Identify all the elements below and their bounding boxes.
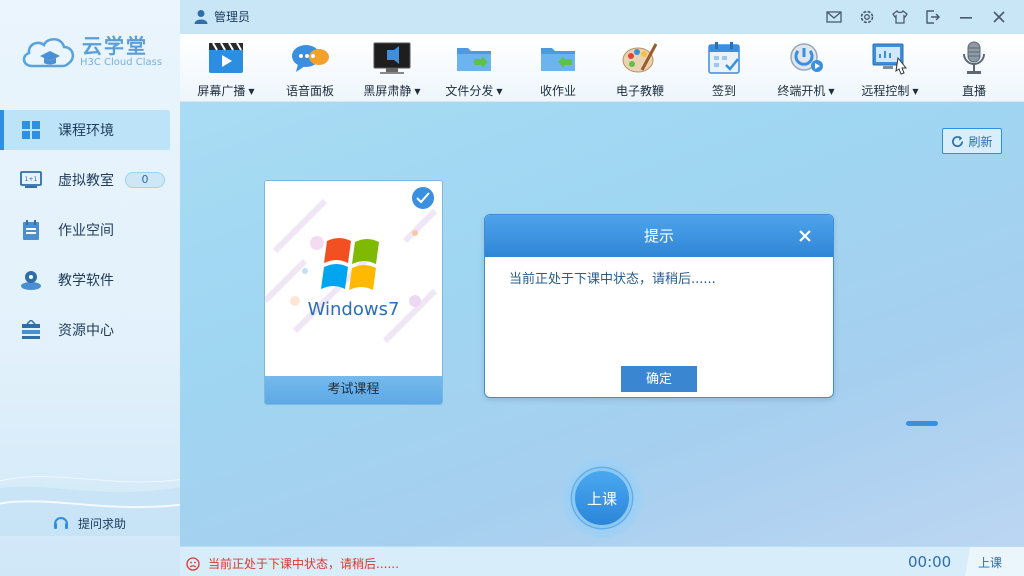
voice-panel-icon bbox=[292, 45, 329, 72]
headset-icon bbox=[54, 517, 68, 529]
black-screen-icon bbox=[373, 42, 411, 74]
terminal-power-icon bbox=[790, 43, 823, 72]
skin-shirt-icon[interactable] bbox=[891, 8, 909, 26]
status-bar: 当前正处于下课中状态，请稍后...... 00:00 上课 bbox=[180, 546, 1024, 576]
homework-icon bbox=[20, 219, 42, 241]
user-icon bbox=[194, 9, 208, 24]
toolbar-voice-panel-button[interactable]: 语音面板 bbox=[270, 40, 350, 100]
dialog-title: 提示 bbox=[643, 227, 674, 245]
toolbar-label: 终端开机 bbox=[777, 84, 826, 98]
sidebar: 云学堂 H3C Cloud Class 课程环境 1+1 虚拟教室 0 作业空间 bbox=[0, 0, 180, 576]
toolbar-terminal-power-button[interactable]: 终端开机 ▼ bbox=[766, 40, 846, 100]
class-timer: 00:00 bbox=[908, 553, 952, 571]
help-label: 提问求助 bbox=[78, 516, 127, 531]
mail-icon[interactable] bbox=[825, 8, 843, 26]
toolbar-sign-in-button[interactable]: 签到 bbox=[684, 40, 764, 100]
chevron-down-icon: ▼ bbox=[912, 87, 919, 96]
app-logo: 云学堂 H3C Cloud Class bbox=[20, 30, 170, 74]
toolbar-label: 文件分发 bbox=[445, 84, 494, 98]
course-card-title: 考试课程 bbox=[265, 376, 442, 404]
refresh-label: 刷新 bbox=[968, 134, 993, 149]
sad-face-icon bbox=[186, 556, 200, 571]
status-message-text: 当前正处于下课中状态，请稍后...... bbox=[208, 557, 399, 571]
toolbar-label: 直播 bbox=[961, 84, 986, 98]
start-class-button[interactable]: 上课 bbox=[562, 458, 642, 538]
remote-control-icon bbox=[872, 43, 908, 75]
virtual-classroom-icon: 1+1 bbox=[20, 169, 42, 191]
app-brand-sub: H3C Cloud Class bbox=[80, 57, 163, 68]
window-controls bbox=[810, 8, 1008, 26]
toolbar-label: 远程控制 bbox=[861, 84, 910, 98]
svg-text:1+1: 1+1 bbox=[25, 176, 38, 183]
resource-icon bbox=[20, 319, 42, 341]
os-name: Windows7 bbox=[307, 299, 400, 320]
toolbar-label: 语音面板 bbox=[285, 84, 334, 98]
toolbar-label: 黑屏肃静 bbox=[363, 84, 412, 98]
toolbar-electronic-pointer-button[interactable]: 电子教鞭 bbox=[600, 40, 680, 100]
sidebar-item-label: 虚拟教室 bbox=[58, 173, 114, 189]
sidebar-item-label: 作业空间 bbox=[58, 223, 114, 239]
settings-gear-icon[interactable] bbox=[858, 8, 876, 26]
toolbar-black-screen-button[interactable]: 黑屏肃静 ▼ bbox=[352, 40, 432, 100]
app-brand: 云学堂 bbox=[82, 34, 148, 58]
chevron-down-icon: ▼ bbox=[496, 87, 503, 96]
prompt-dialog: 提示 当前正处于下课中状态，请稍后...... 确定 bbox=[484, 214, 834, 398]
sidebar-item-course-environment[interactable]: 课程环境 bbox=[0, 110, 170, 150]
screen-broadcast-icon bbox=[209, 42, 243, 73]
dialog-ok-button[interactable]: 确定 bbox=[621, 366, 697, 392]
toolbar: 屏幕广播 ▼ 语音面板 黑屏肃静 ▼ 文件分发 ▼ 收作业 电子教鞭 签到 终端开机 ▼… bbox=[180, 34, 1024, 102]
course-card[interactable]: Windows7 考试课程 bbox=[264, 180, 443, 405]
dialog-header: 提示 bbox=[485, 215, 833, 257]
sign-in-icon bbox=[708, 42, 740, 74]
file-distribute-icon bbox=[457, 48, 491, 71]
class-state-label: 上课 bbox=[978, 556, 1003, 570]
software-icon bbox=[20, 269, 42, 291]
title-bar: 管理员 bbox=[180, 0, 1024, 34]
status-message: 当前正处于下课中状态，请稍后...... bbox=[186, 555, 399, 572]
sidebar-nav: 课程环境 1+1 虚拟教室 0 作业空间 教学软件 资源中心 bbox=[0, 110, 180, 360]
toolbar-label: 屏幕广播 bbox=[197, 84, 246, 98]
chevron-down-icon: ▼ bbox=[414, 87, 421, 96]
sidebar-item-resource-center[interactable]: 资源中心 bbox=[0, 310, 180, 350]
sidebar-item-label: 课程环境 bbox=[58, 123, 114, 139]
selected-check-icon bbox=[410, 185, 436, 211]
toolbar-label: 签到 bbox=[711, 84, 736, 98]
chevron-down-icon: ▼ bbox=[828, 87, 835, 96]
refresh-button[interactable]: 刷新 bbox=[942, 128, 1002, 154]
help-button[interactable]: 提问求助 bbox=[52, 514, 126, 532]
sidebar-item-label: 资源中心 bbox=[58, 323, 114, 339]
refresh-icon bbox=[952, 135, 964, 147]
user-name: 管理员 bbox=[214, 10, 251, 24]
minimize-icon[interactable] bbox=[957, 8, 975, 26]
close-icon[interactable] bbox=[990, 8, 1008, 26]
sidebar-item-virtual-classroom[interactable]: 1+1 虚拟教室 0 bbox=[0, 160, 180, 200]
scroll-indicator[interactable] bbox=[906, 421, 938, 426]
toolbar-file-distribute-button[interactable]: 文件分发 ▼ bbox=[434, 40, 514, 100]
toolbar-live-button[interactable]: 直播 bbox=[934, 40, 1014, 100]
live-microphone-icon bbox=[963, 41, 985, 74]
collect-homework-icon bbox=[541, 48, 575, 71]
electronic-pointer-icon bbox=[622, 43, 658, 73]
cloud-logo-icon bbox=[22, 38, 75, 68]
toolbar-label: 收作业 bbox=[539, 84, 576, 98]
dialog-message: 当前正处于下课中状态，请稍后...... bbox=[509, 272, 716, 287]
dialog-close-icon[interactable] bbox=[797, 228, 813, 244]
toolbar-screen-broadcast-button[interactable]: 屏幕广播 ▼ bbox=[186, 40, 266, 100]
windows-grid-icon bbox=[20, 119, 42, 141]
class-state-tab: 上课 bbox=[956, 547, 1024, 576]
toolbar-remote-control-button[interactable]: 远程控制 ▼ bbox=[850, 40, 930, 100]
user-info[interactable]: 管理员 bbox=[194, 8, 250, 25]
toolbar-collect-homework-button[interactable]: 收作业 bbox=[518, 40, 598, 100]
sidebar-item-label: 教学软件 bbox=[58, 273, 114, 289]
sidebar-item-teaching-software[interactable]: 教学软件 bbox=[0, 260, 180, 300]
logout-icon[interactable] bbox=[924, 8, 942, 26]
chevron-down-icon: ▼ bbox=[248, 87, 255, 96]
virtual-classroom-count-badge: 0 bbox=[125, 172, 165, 188]
start-class-label: 上课 bbox=[572, 468, 632, 528]
sidebar-item-homework-space[interactable]: 作业空间 bbox=[0, 210, 180, 250]
course-thumbnail bbox=[265, 181, 442, 377]
toolbar-label: 电子教鞭 bbox=[615, 84, 664, 98]
